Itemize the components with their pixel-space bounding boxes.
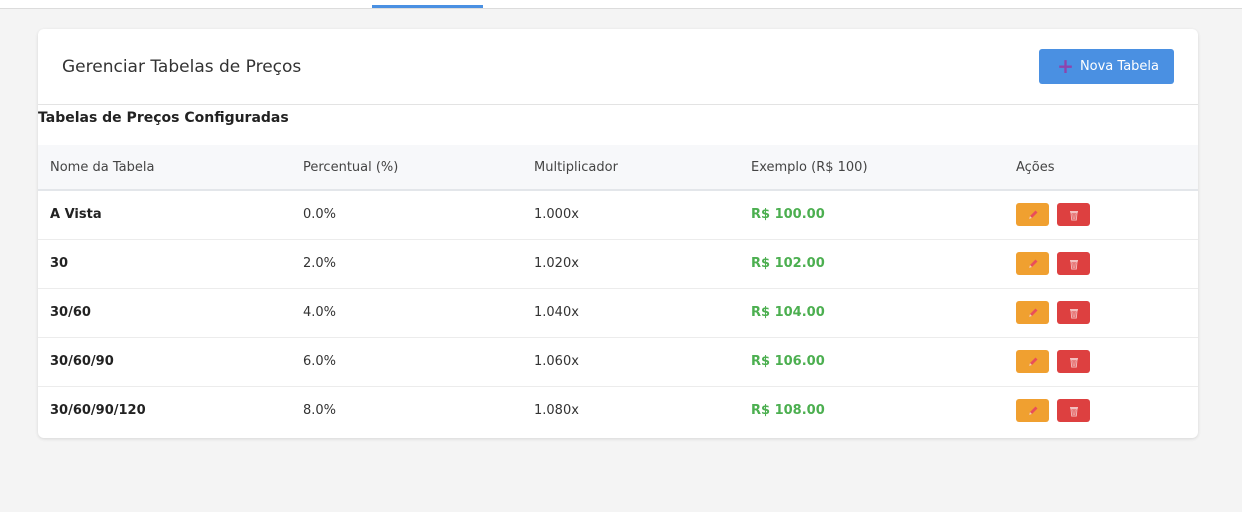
- table-header: Nome da Tabela Percentual (%) Multiplica…: [38, 145, 1198, 190]
- cell-example: R$ 108.00: [751, 403, 825, 419]
- trash-icon: [1069, 308, 1078, 318]
- cell-example: R$ 106.00: [751, 354, 825, 369]
- column-header-actions: Ações: [1016, 159, 1055, 175]
- cell-example: R$ 100.00: [751, 207, 825, 223]
- edit-button[interactable]: [1016, 301, 1049, 324]
- table-header-row: Nome da Tabela Percentual (%) Multiplica…: [38, 145, 1198, 190]
- row-actions: [1016, 301, 1198, 324]
- column-header-name: Nome da Tabela: [50, 159, 155, 175]
- trash-icon: [1069, 210, 1078, 221]
- cell-multiplier: 1.020x: [534, 256, 579, 271]
- row-actions: [1016, 203, 1198, 227]
- table-row: 30/60/90/120 8.0% 1.080x R$ 108.00: [38, 386, 1198, 435]
- pencil-icon: [1028, 308, 1037, 317]
- price-tables-card: Gerenciar Tabelas de Preços + Nova Tabel…: [38, 29, 1198, 438]
- table-row: 30/60 4.0% 1.040x R$ 104.00: [38, 288, 1198, 337]
- plus-icon: +: [1057, 54, 1074, 78]
- new-table-button[interactable]: + Nova Tabela: [1039, 49, 1174, 84]
- row-actions: [1016, 350, 1198, 373]
- cell-percent: 2.0%: [303, 256, 337, 271]
- cell-multiplier: 1.000x: [534, 207, 579, 223]
- pencil-icon: [1028, 357, 1037, 366]
- pencil-icon: [1028, 210, 1037, 219]
- cell-multiplier: 1.060x: [534, 354, 579, 369]
- table-body: A Vista 0.0% 1.000x R$ 100.00 30 2.0% 1.…: [38, 190, 1198, 435]
- cell-percent: 4.0%: [303, 305, 337, 320]
- delete-button[interactable]: [1057, 252, 1090, 275]
- cell-name: A Vista: [50, 207, 102, 223]
- column-header-example: Exemplo (R$ 100): [751, 159, 868, 175]
- top-nav-bar: [0, 0, 1242, 9]
- cell-percent: 8.0%: [303, 403, 337, 419]
- cell-multiplier: 1.080x: [534, 403, 579, 419]
- trash-icon: [1069, 406, 1078, 417]
- cell-actions: [1004, 190, 1198, 239]
- cell-example: R$ 102.00: [751, 256, 825, 271]
- row-actions: [1016, 252, 1198, 275]
- delete-button[interactable]: [1057, 350, 1090, 373]
- row-actions: [1016, 399, 1198, 423]
- cell-percent: 0.0%: [303, 207, 337, 223]
- cell-multiplier: 1.040x: [534, 305, 579, 320]
- edit-button[interactable]: [1016, 252, 1049, 275]
- column-header-multiplier: Multiplicador: [534, 159, 618, 175]
- price-tables-table: Nome da Tabela Percentual (%) Multiplica…: [38, 145, 1198, 435]
- delete-button[interactable]: [1057, 301, 1090, 324]
- column-header-percent: Percentual (%): [303, 159, 399, 175]
- edit-button[interactable]: [1016, 350, 1049, 373]
- section-title: Tabelas de Preços Configuradas: [38, 110, 289, 126]
- delete-button[interactable]: [1057, 203, 1090, 227]
- pencil-icon: [1028, 406, 1037, 415]
- active-tab-indicator: [372, 5, 483, 8]
- cell-name: 30: [50, 256, 69, 271]
- new-table-button-label: Nova Tabela: [1079, 59, 1159, 74]
- pencil-icon: [1028, 259, 1037, 268]
- card-header: Gerenciar Tabelas de Preços + Nova Tabel…: [38, 29, 1198, 105]
- trash-icon: [1069, 357, 1078, 367]
- cell-example: R$ 104.00: [751, 305, 825, 320]
- table-row: 30 2.0% 1.020x R$ 102.00: [38, 239, 1198, 288]
- cell-actions: [1004, 288, 1198, 337]
- cell-actions: [1004, 239, 1198, 288]
- cell-name: 30/60: [50, 305, 91, 320]
- trash-icon: [1069, 259, 1078, 269]
- edit-button[interactable]: [1016, 203, 1049, 227]
- cell-name: 30/60/90/120: [50, 403, 146, 419]
- cell-actions: [1004, 386, 1198, 435]
- cell-name: 30/60/90: [50, 354, 114, 369]
- table-row: 30/60/90 6.0% 1.060x R$ 106.00: [38, 337, 1198, 386]
- page-title: Gerenciar Tabelas de Preços: [62, 56, 302, 77]
- cell-actions: [1004, 337, 1198, 386]
- edit-button[interactable]: [1016, 399, 1049, 423]
- delete-button[interactable]: [1057, 399, 1090, 423]
- cell-percent: 6.0%: [303, 354, 337, 369]
- table-row: A Vista 0.0% 1.000x R$ 100.00: [38, 190, 1198, 239]
